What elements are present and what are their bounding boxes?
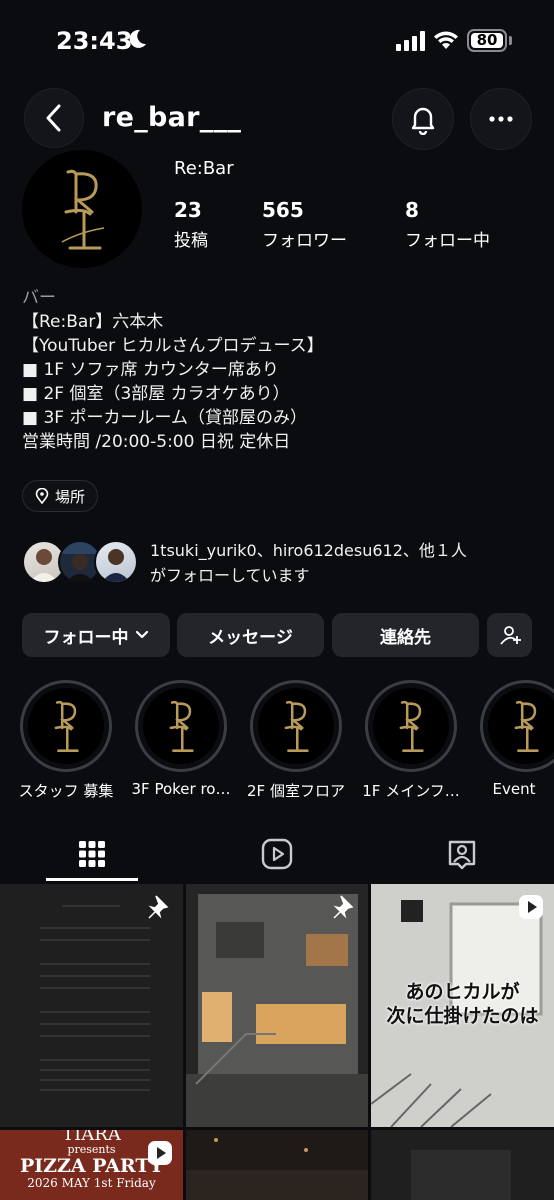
moon-icon [129,29,146,48]
back-button[interactable] [24,88,84,148]
wifi-icon [434,31,458,49]
bio-line: ■ 1F ソファ席 カウンター席あり [22,360,279,380]
status-bar: 23:43 80 [0,0,554,84]
caption-line: あのヒカルが [405,981,520,1003]
post-thumbnail-reel-hikaru[interactable]: あのヒカルが 次に仕掛けたのは [371,884,554,1127]
profile-avatar[interactable] [22,150,142,268]
followed-by-text: 1tsuki_yurik0、hiro612desu612、他１人 がフォローして… [150,538,467,588]
highlight-cover [480,680,554,772]
highlight-label: 1F メインフ… [362,782,460,800]
bio-line: 営業時間 /20:00-5:00 日祝 定休日 [22,432,291,452]
more-options-button[interactable] [470,88,532,150]
tab-posts-grid[interactable] [0,826,184,882]
story-highlight[interactable]: 1F メインフ… [362,680,460,800]
tagged-person-icon [448,840,476,870]
stat-label: 投稿 [174,231,208,251]
location-label: 場所 [55,487,86,506]
story-highlight[interactable]: スタッフ 募集 [18,680,114,800]
followed-by-names: 1tsuki_yurik0、hiro612desu612、他１人 [150,541,467,560]
post-thumbnail[interactable] [371,1130,554,1200]
followed-by-suffix: がフォローしています [150,566,310,585]
rebar-logo-icon [284,700,309,752]
highlight-cover [250,680,342,772]
battery-icon: 80 [467,29,507,52]
person-photo-icon [102,549,130,582]
profile-tabs [0,826,554,882]
followers-count[interactable]: 565 フォロワー [262,198,347,251]
rebar-logo-icon [169,700,194,752]
cellular-signal-icon [396,31,425,51]
following-label: フォロー中 [43,627,129,648]
add-person-icon [499,626,521,645]
category-label: バー [22,288,56,308]
contact-button[interactable]: 連絡先 [332,613,479,657]
highlight-label: 2F 個室フロア [247,782,345,800]
rebar-logo-icon [514,700,539,752]
bell-icon [411,107,435,135]
reel-icon [519,895,543,919]
post-thumbnail-building[interactable] [186,884,368,1127]
chevron-left-icon [46,104,61,132]
tab-tagged[interactable] [370,826,554,882]
reel-icon [148,1141,172,1165]
stat-value: 23 [174,198,202,222]
stat-label: フォロー中 [405,231,490,251]
bio-line: 【YouTuber ヒカルさんプロデュース】 [22,336,324,356]
location-pin-icon [35,488,49,504]
profile-bio: バー 【Re:Bar】六本木 【YouTuber ヒカルさんプロデュース】 ■ … [22,286,532,454]
caption-line: 次に仕掛けたのは [386,1005,539,1027]
highlight-cover [135,680,227,772]
dark-interior-image [186,1138,368,1200]
poster-date: 2026 MAY 1st Friday [27,1176,156,1190]
mutual-followers[interactable]: 1tsuki_yurik0、hiro612desu612、他１人 がフォローして… [22,534,542,590]
suggested-users-button[interactable] [487,613,532,657]
highlight-label: 3F Poker ro… [131,780,231,798]
post-thumbnail-menu[interactable] [0,884,183,1127]
more-horizontal-icon [489,116,513,122]
post-overlay-caption: あのヒカルが 次に仕掛けたのは [371,980,554,1028]
stat-value: 565 [262,198,304,222]
location-button[interactable]: 場所 [22,480,99,512]
rebar-logo-icon [54,700,79,752]
highlight-label: Event [492,780,536,798]
post-thumbnail[interactable] [186,1130,368,1200]
notifications-button[interactable] [392,88,454,150]
chevron-down-icon [135,630,148,639]
rebar-logo-icon [61,169,105,250]
bio-line: ■ 2F 個室（3部屋 カラオケあり） [22,384,290,404]
grid-icon [79,841,105,867]
reels-icon [261,838,293,870]
tab-reels[interactable] [185,826,369,882]
clock: 23:43 [56,27,133,55]
menu-document-image [0,884,183,1127]
bio-line: ■ 3F ポーカールーム（貸部屋のみ） [22,408,307,428]
highlight-cover [20,680,112,772]
story-highlight[interactable]: 2F 個室フロア [247,680,345,800]
post-thumbnail-pizza-party[interactable]: TIARA presents PIZZA PARTY 2026 MAY 1st … [0,1130,183,1200]
pin-icon [333,895,354,919]
highlight-cover [365,680,457,772]
highlight-label: スタッフ 募集 [18,782,114,800]
building-photo-image [186,884,368,1127]
stat-label: フォロワー [262,231,347,251]
battery-tip [509,36,512,45]
rebar-logo-icon [399,700,424,752]
follower-avatar [94,540,138,584]
battery-level: 80 [471,33,503,48]
pin-icon [148,895,169,919]
bio-line: 【Re:Bar】六本木 [22,312,164,332]
dark-interior-image [371,1130,554,1200]
message-label: メッセージ [208,627,293,648]
message-button[interactable]: メッセージ [177,613,324,657]
profile-handle: re_bar___ [102,102,242,133]
posts-count[interactable]: 23 投稿 [174,198,208,251]
story-highlight[interactable]: Event [478,680,554,798]
stat-value: 8 [405,198,419,222]
following-count[interactable]: 8 フォロー中 [405,198,490,251]
story-highlight[interactable]: 3F Poker ro… [132,680,230,798]
display-name: Re:Bar [174,158,234,179]
contact-label: 連絡先 [380,627,431,648]
active-tab-indicator [46,878,138,881]
following-button[interactable]: フォロー中 [22,613,170,657]
